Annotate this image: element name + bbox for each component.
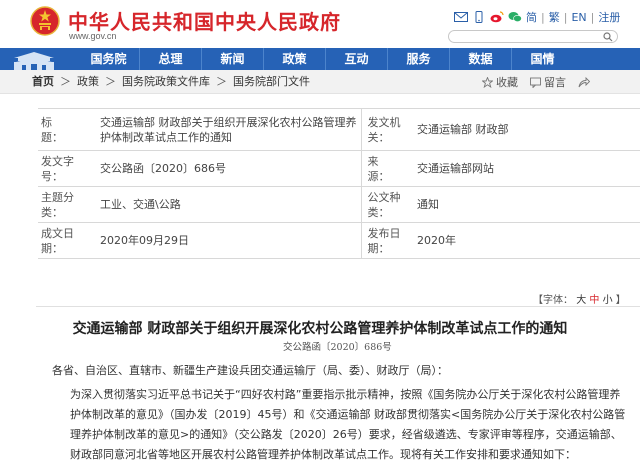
message-button[interactable]: 留言 bbox=[530, 74, 566, 90]
tiananmen-icon bbox=[14, 52, 54, 70]
search-input[interactable] bbox=[455, 31, 595, 42]
title-value: 交通运输部 财政部关于组织开展深化农村公路管理养护体制改革试点工作的通知 bbox=[90, 108, 362, 151]
main-nav: 国务院 总理 新闻 政策 互动 服务 数据 国情 bbox=[0, 48, 640, 70]
docno-value: 交公路函〔2020〕686号 bbox=[90, 150, 362, 187]
written-date-label: 成文日期： bbox=[38, 222, 90, 259]
table-row: 主题分类： 工业、交通\公路 公文种类： 通知 bbox=[38, 186, 640, 223]
breadcrumb-separator: ＞ bbox=[105, 75, 116, 88]
breadcrumb-separator: ＞ bbox=[216, 75, 227, 88]
nav-item-data[interactable]: 数据 bbox=[450, 48, 511, 70]
divider: | bbox=[590, 10, 595, 24]
search-icon[interactable] bbox=[603, 32, 613, 42]
search-box bbox=[448, 30, 618, 43]
page-actions: 收藏 留言 bbox=[482, 70, 593, 94]
article-doc-number: 交公路函〔2020〕686号 bbox=[283, 342, 392, 353]
font-size-end: 】 bbox=[615, 295, 626, 306]
subject-label: 主题分类： bbox=[38, 186, 90, 223]
national-emblem-icon[interactable] bbox=[30, 6, 60, 36]
favorite-button[interactable]: 收藏 bbox=[482, 74, 518, 90]
nav-item-state-council[interactable]: 国务院 bbox=[78, 48, 139, 70]
breadcrumb-policy[interactable]: 政策 bbox=[77, 75, 99, 88]
document-info-table: 标 题： 交通运输部 财政部关于组织开展深化农村公路管理养护体制改革试点工作的通… bbox=[38, 108, 640, 259]
breadcrumb-bar: 首页 ＞ 政策 ＞ 国务院政策文件库 ＞ 国务院部门文件 收藏 留言 bbox=[0, 70, 640, 94]
header-tools: 简 | 繁 | EN | 注册 bbox=[454, 9, 620, 25]
nav-item-service[interactable]: 服务 bbox=[388, 48, 449, 70]
source-value: 交通运输部网站 bbox=[413, 150, 640, 187]
register-link[interactable]: 注册 bbox=[598, 9, 620, 25]
subject-value: 工业、交通\公路 bbox=[90, 186, 362, 223]
article-title: 交通运输部 财政部关于组织开展深化农村公路管理养护体制改革试点工作的通知 bbox=[72, 321, 568, 337]
font-size-label: 【字体： bbox=[533, 295, 573, 306]
table-row: 成文日期： 2020年09月29日 发布日期： 2020年 bbox=[38, 222, 640, 259]
site-header: 中华人民共和国中央人民政府 www.gov.cn 简 | 繁 | EN | 注册 bbox=[0, 0, 640, 48]
breadcrumb-home[interactable]: 首页 bbox=[32, 75, 54, 88]
font-size-medium[interactable]: 中 bbox=[589, 295, 599, 306]
share-button[interactable] bbox=[578, 76, 593, 88]
nav-items: 国务院 总理 新闻 政策 互动 服务 数据 国情 bbox=[78, 48, 573, 70]
issuer-label: 发文机关： bbox=[361, 108, 413, 151]
table-row: 标 题： 交通运输部 财政部关于组织开展深化农村公路管理养护体制改革试点工作的通… bbox=[38, 108, 640, 151]
written-date-value: 2020年09月29日 bbox=[90, 222, 362, 259]
mail-icon[interactable] bbox=[454, 11, 468, 23]
article-salutation: 各省、自治区、直辖市、新疆生产建设兵团交通运输厅（局、委）、财政厅（局）： bbox=[52, 364, 448, 377]
weibo-icon[interactable] bbox=[490, 11, 504, 23]
message-label: 留言 bbox=[544, 76, 566, 89]
table-row: 发文字号： 交公路函〔2020〕686号 来 源： 交通运输部网站 bbox=[38, 150, 640, 187]
wechat-icon[interactable] bbox=[508, 11, 522, 23]
nav-item-news[interactable]: 新闻 bbox=[202, 48, 263, 70]
source-label: 来 源： bbox=[361, 150, 413, 187]
lang-english-link[interactable]: EN bbox=[571, 11, 586, 24]
published-date-label: 发布日期： bbox=[361, 222, 413, 259]
divider: | bbox=[541, 10, 545, 24]
favorite-label: 收藏 bbox=[496, 76, 518, 89]
type-value: 通知 bbox=[413, 186, 640, 223]
published-date-value: 2020年 bbox=[413, 222, 640, 259]
divider: | bbox=[563, 10, 568, 24]
font-size-large[interactable]: 大 bbox=[576, 295, 586, 306]
font-size-small[interactable]: 小 bbox=[603, 295, 613, 306]
breadcrumb-separator: ＞ bbox=[60, 75, 71, 88]
article-body-paragraph: 为深入贯彻落实习近平总书记关于“四好农村路”重要指示批示精神，按照《国务院办公厅… bbox=[70, 388, 626, 461]
lang-traditional-link[interactable]: 繁 bbox=[549, 9, 560, 25]
nav-item-interaction[interactable]: 互动 bbox=[326, 48, 387, 70]
nav-item-national-info[interactable]: 国情 bbox=[512, 48, 573, 70]
mobile-icon[interactable] bbox=[472, 11, 486, 23]
divider bbox=[36, 306, 640, 307]
site-url: www.gov.cn bbox=[69, 31, 117, 41]
message-icon bbox=[530, 77, 541, 88]
breadcrumb: 首页 ＞ 政策 ＞ 国务院政策文件库 ＞ 国务院部门文件 bbox=[32, 70, 310, 94]
docno-label: 发文字号： bbox=[38, 150, 90, 187]
nav-item-policy[interactable]: 政策 bbox=[264, 48, 325, 70]
breadcrumb-department-docs[interactable]: 国务院部门文件 bbox=[233, 75, 310, 88]
title-label: 标 题： bbox=[38, 108, 90, 151]
issuer-value: 交通运输部 财政部 bbox=[413, 108, 640, 151]
type-label: 公文种类： bbox=[361, 186, 413, 223]
star-icon bbox=[482, 76, 493, 88]
lang-simplified-link[interactable]: 简 bbox=[526, 9, 537, 25]
nav-item-premier[interactable]: 总理 bbox=[140, 48, 201, 70]
breadcrumb-policy-library[interactable]: 国务院政策文件库 bbox=[122, 75, 210, 88]
font-size-switcher: 【字体： 大 中 小 】 bbox=[533, 291, 626, 306]
share-icon bbox=[578, 76, 590, 87]
